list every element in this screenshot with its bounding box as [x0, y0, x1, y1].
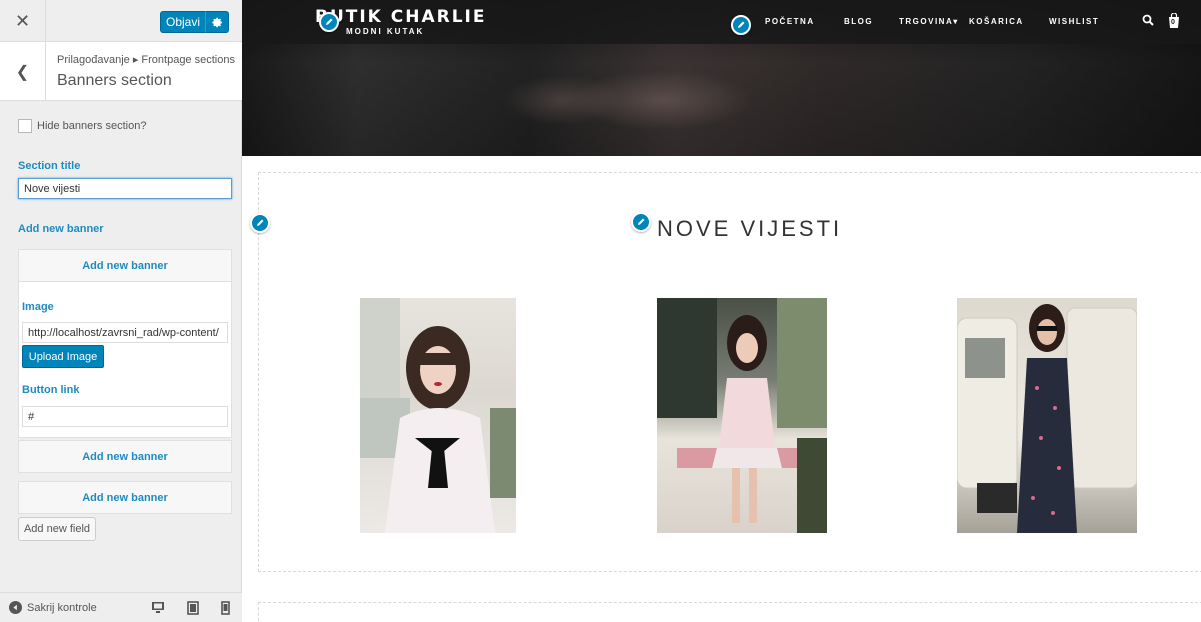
- banner-image-1[interactable]: [360, 298, 516, 533]
- hide-controls-button[interactable]: Sakrij kontrole: [9, 601, 97, 614]
- woman-by-vintage-car-photo: [957, 304, 1137, 533]
- nav-item-trgovina[interactable]: TRGOVINA▾: [899, 17, 959, 26]
- add-new-field-button[interactable]: Add new field: [18, 517, 96, 541]
- tablet-icon[interactable]: [186, 600, 200, 615]
- close-customizer-button[interactable]: ✕: [0, 0, 46, 42]
- nav-item-trgovina-label: TRGOVINA: [899, 17, 954, 26]
- close-icon: ✕: [14, 10, 31, 31]
- upload-image-button[interactable]: Upload Image: [22, 345, 104, 368]
- cart-icon[interactable]: 0: [1168, 12, 1180, 28]
- customizer-footer: Sakrij kontrole: [0, 592, 242, 622]
- section-title-input[interactable]: Nove vijesti: [18, 178, 232, 199]
- edit-section-pencil-icon[interactable]: [250, 213, 270, 233]
- button-link-label: Button link: [22, 384, 80, 396]
- banner-image-2[interactable]: [657, 298, 827, 533]
- banner-image-3[interactable]: [957, 298, 1137, 533]
- nav-item-kosarica[interactable]: KOŠARICA: [969, 17, 1024, 26]
- site-preview: BUTIK CHARLIE MODNI KUTAK POČETNA BLOG T…: [242, 0, 1201, 622]
- section-title-label: Section title: [18, 160, 81, 172]
- site-navbar: BUTIK CHARLIE MODNI KUTAK POČETNA BLOG T…: [242, 0, 1201, 44]
- site-title[interactable]: BUTIK CHARLIE: [315, 7, 487, 27]
- hide-controls-label: Sakrij kontrole: [27, 601, 97, 614]
- banner-row-2[interactable]: Add new banner: [18, 440, 232, 473]
- customizer-sidebar: ✕ Objavi ❮ Prilagođavanje ▸ Frontpage se…: [0, 0, 242, 622]
- nav-item-wishlist[interactable]: WISHLIST: [1049, 17, 1099, 26]
- banner-row-3[interactable]: Add new banner: [18, 481, 232, 514]
- section-header: ❮ Prilagođavanje ▸ Frontpage sections Ba…: [0, 42, 242, 101]
- banner-row-1[interactable]: Add new banner: [18, 249, 232, 282]
- add-new-banner-heading: Add new banner: [18, 223, 104, 235]
- cart-count: 0: [1171, 19, 1175, 26]
- section-heading: NOVE VIJESTI: [657, 216, 843, 241]
- chevron-left-icon: ❮: [15, 63, 30, 81]
- customizer-header: ✕ Objavi: [0, 0, 242, 42]
- edit-menu-pencil-icon[interactable]: [731, 15, 751, 35]
- desktop-icon[interactable]: [151, 600, 165, 615]
- hide-banners-row: Hide banners section?: [18, 119, 146, 133]
- image-url-input[interactable]: http://localhost/zavrsni_rad/wp-content/: [22, 322, 228, 343]
- breadcrumb: Prilagođavanje ▸ Frontpage sections: [57, 54, 235, 66]
- gear-icon: [211, 17, 222, 27]
- image-label: Image: [22, 301, 54, 313]
- hide-banners-label: Hide banners section?: [37, 120, 147, 132]
- section-title-heading: Banners section: [57, 72, 172, 89]
- woman-in-white-blouse-photo: [360, 298, 516, 533]
- nav-item-pocetna[interactable]: POČETNA: [765, 17, 815, 26]
- search-icon[interactable]: [1142, 14, 1154, 29]
- publish-settings-button[interactable]: [205, 11, 229, 33]
- site-tagline: MODNI KUTAK: [346, 27, 425, 36]
- woman-in-pink-dress-photo: [657, 298, 827, 533]
- banner-1-fields: Image http://localhost/zavrsni_rad/wp-co…: [18, 282, 232, 438]
- publish-button[interactable]: Objavi: [160, 11, 206, 33]
- back-button[interactable]: ❮: [0, 42, 46, 101]
- mobile-icon[interactable]: [218, 600, 232, 615]
- chevron-down-icon: ▾: [953, 17, 959, 26]
- edit-heading-pencil-icon[interactable]: [631, 212, 651, 232]
- hide-banners-checkbox[interactable]: [18, 119, 32, 133]
- nav-item-blog[interactable]: BLOG: [844, 17, 873, 26]
- edit-title-pencil-icon[interactable]: [319, 12, 339, 32]
- button-link-input[interactable]: #: [22, 406, 228, 427]
- next-section: [258, 602, 1201, 622]
- collapse-icon: [9, 601, 22, 614]
